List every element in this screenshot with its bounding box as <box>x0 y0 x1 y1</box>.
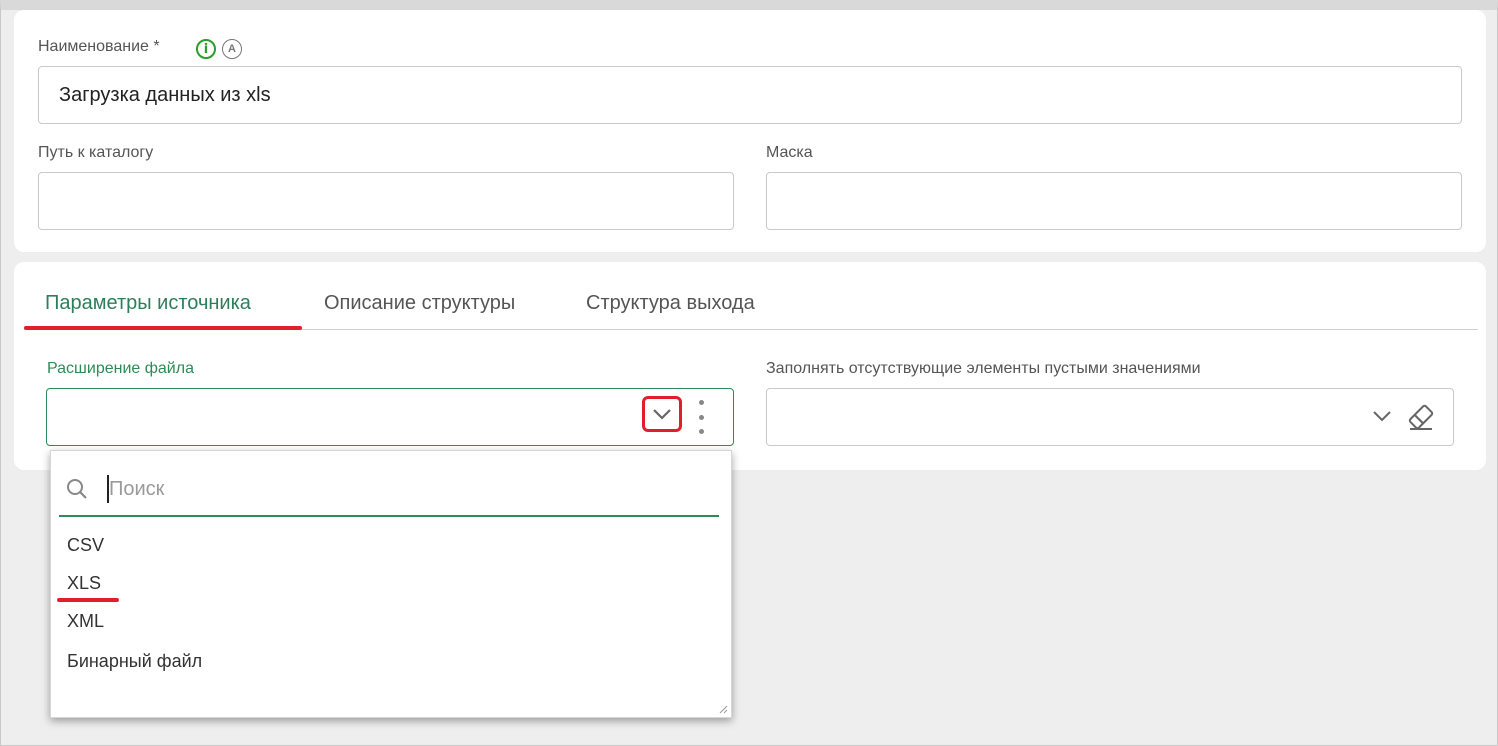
option-xml[interactable]: XML <box>67 611 104 632</box>
active-tab-indicator <box>24 326 302 330</box>
eraser-icon[interactable] <box>1406 402 1436 432</box>
name-input[interactable]: Загрузка данных из xls <box>38 66 1462 124</box>
resize-handle-icon[interactable] <box>718 704 728 714</box>
extension-dropdown-menu: CSV XLS XML Бинарный файл <box>50 450 732 718</box>
tabs-card: Параметры источника Описание структуры С… <box>14 262 1486 470</box>
fill-missing-select[interactable] <box>766 388 1454 446</box>
option-csv[interactable]: CSV <box>67 535 104 556</box>
mask-input[interactable] <box>766 172 1462 230</box>
fill-missing-label: Заполнять отсутствующие элементы пустыми… <box>766 360 1201 377</box>
tab-output-structure[interactable]: Структура выхода <box>586 292 755 315</box>
chevron-down-icon[interactable] <box>1372 410 1392 422</box>
path-input[interactable] <box>38 172 734 230</box>
dropdown-search <box>59 465 719 517</box>
option-xls-highlight <box>57 598 119 602</box>
info-icon[interactable]: i <box>196 39 216 59</box>
more-vertical-icon[interactable] <box>696 400 706 434</box>
name-label: Наименование * <box>38 38 160 55</box>
tab-structure-description[interactable]: Описание структуры <box>324 292 515 315</box>
auto-a-icon[interactable]: A <box>222 39 242 59</box>
search-icon <box>67 479 87 499</box>
extension-select[interactable] <box>46 388 734 446</box>
name-input-value: Загрузка данных из xls <box>59 83 271 106</box>
search-input[interactable] <box>109 473 709 505</box>
mask-label: Маска <box>766 144 813 161</box>
tab-source-params[interactable]: Параметры источника <box>45 292 251 315</box>
chevron-down-icon <box>653 409 671 420</box>
option-binary[interactable]: Бинарный файл <box>67 651 202 672</box>
extension-label: Расширение файла <box>47 360 194 377</box>
option-xls[interactable]: XLS <box>67 573 101 594</box>
extension-dropdown-toggle[interactable] <box>642 396 682 432</box>
general-settings-card: Наименование * i A Загрузка данных из xl… <box>14 10 1486 252</box>
path-label: Путь к каталогу <box>38 144 154 161</box>
